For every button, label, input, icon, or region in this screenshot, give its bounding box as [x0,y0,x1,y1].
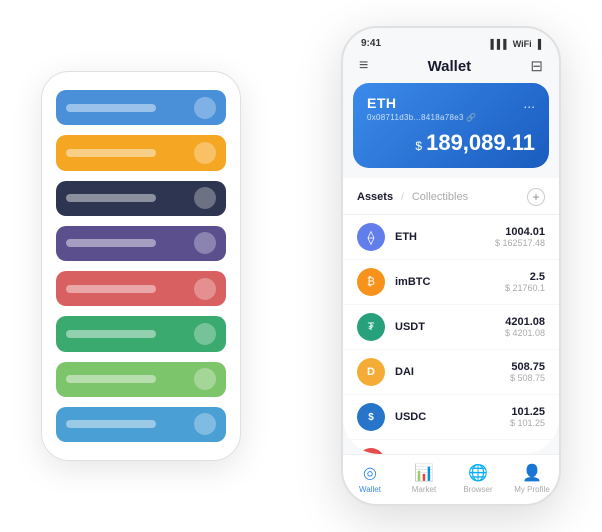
eth-asset-amount: 1004.01 [495,226,545,238]
card-text-4 [66,239,156,247]
tab-collectibles[interactable]: Collectibles [412,191,468,203]
assets-header: Assets / Collectibles + [343,178,559,215]
card-icon-3 [194,187,216,209]
asset-item-imbtc[interactable]: ₿ imBTC 2.5 $ 21760.1 [343,260,559,305]
card-text-5 [66,285,156,293]
browser-nav-label: Browser [463,485,492,494]
card-icon-6 [194,323,216,345]
eth-card-more[interactable]: ... [523,95,535,111]
page-title: Wallet [428,58,472,75]
dai-asset-icon: D [357,358,385,386]
imbtc-asset-usd: $ 21760.1 [505,283,545,293]
signal-icon: ▌▌▌ [491,39,510,49]
profile-nav-label: My Profile [514,485,550,494]
eth-card[interactable]: ETH ... 0x08711d3b...8418a78e3 🔗 $189,08… [353,83,549,168]
eth-card-top: ETH ... [367,95,535,111]
asset-item-dai[interactable]: D DAI 508.75 $ 508.75 [343,350,559,395]
eth-asset-name: ETH [395,231,495,243]
card-text-7 [66,375,156,383]
wallet-card-3 [56,181,226,216]
dai-asset-amounts: 508.75 $ 508.75 [510,361,545,383]
eth-asset-amounts: 1004.01 $ 162517.48 [495,226,545,248]
imbtc-asset-name: imBTC [395,276,505,288]
wallet-nav-label: Wallet [359,485,381,494]
wallet-card-6 [56,316,226,351]
assets-section: Assets / Collectibles + ⟠ ETH 1004.01 $ … [343,178,559,454]
card-icon-7 [194,368,216,390]
card-text-2 [66,149,156,157]
scrollable-content: Assets / Collectibles + ⟠ ETH 1004.01 $ … [343,178,559,454]
usdt-asset-usd: $ 4201.08 [505,328,545,338]
add-asset-button[interactable]: + [527,188,545,206]
usdc-asset-icon: $ [357,403,385,431]
card-icon-5 [194,278,216,300]
wallet-card-5 [56,271,226,306]
imbtc-asset-amount: 2.5 [505,271,545,283]
usdc-asset-name: USDC [395,411,510,423]
assets-tabs: Assets / Collectibles [357,191,468,203]
dai-asset-name: DAI [395,366,510,378]
card-icon-4 [194,232,216,254]
battery-icon: ▐ [535,39,541,49]
card-text-3 [66,194,156,202]
tab-divider: / [401,192,404,203]
wallet-card-2 [56,135,226,170]
wallet-card-4 [56,226,226,261]
eth-amount-value: 189,089.11 [426,130,535,155]
card-icon-8 [194,413,216,435]
wallet-card-8 [56,407,226,442]
plus-icon: + [532,190,539,204]
market-nav-label: Market [412,485,436,494]
asset-item-tft[interactable]: 🐦 TFT 13 0 [343,440,559,454]
nav-item-wallet[interactable]: ◎ Wallet [343,463,397,494]
scan-icon[interactable]: ⊟ [530,57,543,75]
eth-currency-symbol: $ [415,139,422,153]
asset-item-usdt[interactable]: ₮ USDT 4201.08 $ 4201.08 [343,305,559,350]
card-icon-2 [194,142,216,164]
phone-mockup: 9:41 ▌▌▌ WiFi ▐ ≡ Wallet ⊟ ETH ... 0x087… [341,26,561,506]
nav-item-market[interactable]: 📊 Market [397,463,451,494]
eth-card-amount: $189,089.11 [367,130,535,156]
wifi-icon: WiFi [513,39,532,49]
dai-asset-amount: 508.75 [510,361,545,373]
imbtc-asset-amounts: 2.5 $ 21760.1 [505,271,545,293]
eth-asset-usd: $ 162517.48 [495,238,545,248]
wallet-nav-icon: ◎ [363,463,377,483]
menu-icon[interactable]: ≡ [359,57,368,75]
usdc-asset-amount: 101.25 [510,406,545,418]
wallet-card-7 [56,362,226,397]
card-text-1 [66,104,156,112]
wallet-card-1 [56,90,226,125]
tab-assets[interactable]: Assets [357,191,393,203]
bottom-nav: ◎ Wallet 📊 Market 🌐 Browser 👤 My Profile [343,454,559,504]
usdt-asset-amount: 4201.08 [505,316,545,328]
imbtc-asset-icon: ₿ [357,268,385,296]
status-bar: 9:41 ▌▌▌ WiFi ▐ [343,28,559,53]
card-text-8 [66,420,156,428]
usdt-asset-amounts: 4201.08 $ 4201.08 [505,316,545,338]
card-text-6 [66,330,156,338]
scene: 9:41 ▌▌▌ WiFi ▐ ≡ Wallet ⊟ ETH ... 0x087… [11,11,591,521]
dai-asset-usd: $ 508.75 [510,373,545,383]
market-nav-icon: 📊 [414,463,434,483]
status-time: 9:41 [361,38,381,49]
nav-item-profile[interactable]: 👤 My Profile [505,463,559,494]
browser-nav-icon: 🌐 [468,463,488,483]
asset-item-eth[interactable]: ⟠ ETH 1004.01 $ 162517.48 [343,215,559,260]
eth-card-address: 0x08711d3b...8418a78e3 🔗 [367,113,535,122]
usdt-asset-icon: ₮ [357,313,385,341]
eth-asset-icon: ⟠ [357,223,385,251]
nav-item-browser[interactable]: 🌐 Browser [451,463,505,494]
usdt-asset-name: USDT [395,321,505,333]
status-icons: ▌▌▌ WiFi ▐ [491,39,541,49]
card-icon-1 [194,97,216,119]
usdc-asset-amounts: 101.25 $ 101.25 [510,406,545,428]
profile-nav-icon: 👤 [522,463,542,483]
back-card-mockup [41,71,241,461]
asset-item-usdc[interactable]: $ USDC 101.25 $ 101.25 [343,395,559,440]
eth-card-label: ETH [367,95,397,111]
usdc-asset-usd: $ 101.25 [510,418,545,428]
phone-header: ≡ Wallet ⊟ [343,53,559,83]
